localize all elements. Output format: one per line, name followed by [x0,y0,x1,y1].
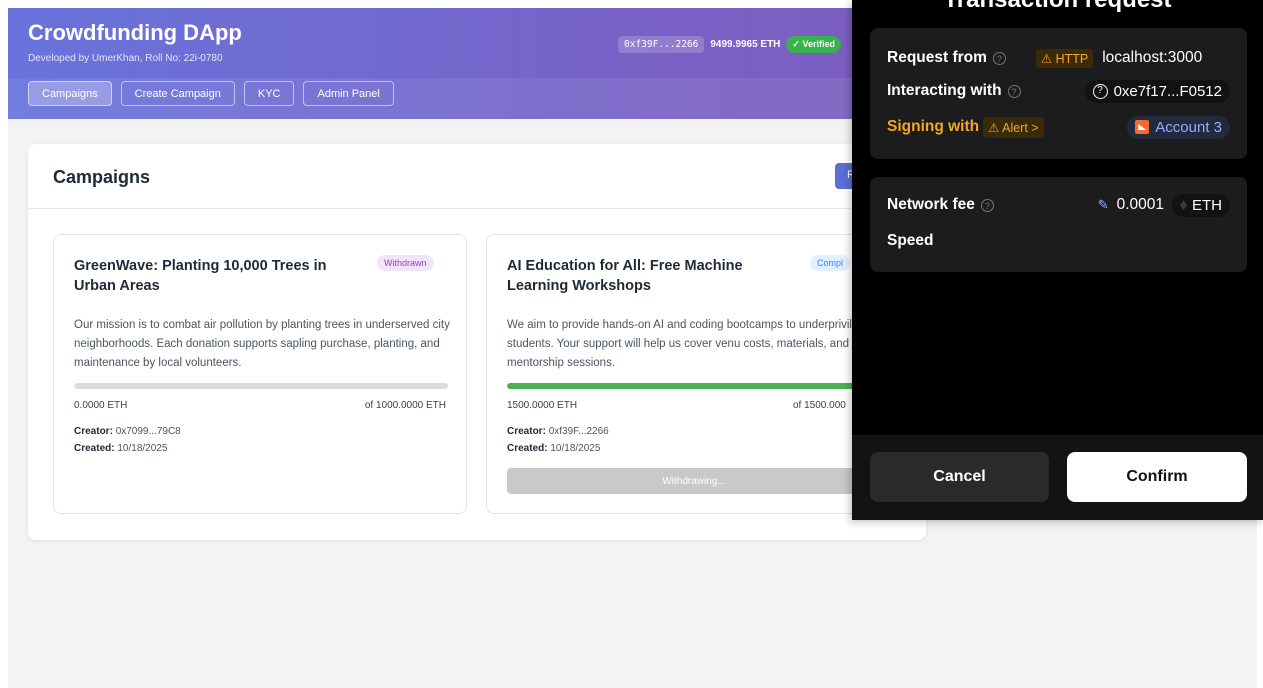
cancel-button[interactable]: Cancel [870,452,1049,502]
interacting-row: Interacting with ? ? 0xe7f17...F0512 [887,79,1230,103]
created-date: 10/18/2025 [117,443,168,454]
created-date: 10/18/2025 [550,443,601,454]
campaigns-panel: Campaigns R GreenWave: Planting 10,000 T… [28,144,926,540]
created-line: Created: 10/18/2025 [74,443,167,454]
alert-button[interactable]: ⚠ Alert > [983,116,1044,138]
creator-label: Creator: [507,426,546,437]
progress-bar [507,383,881,389]
fee-details: Network fee ? ✎ 0.0001 ETH Speed [870,177,1247,272]
created-line: Created: 10/18/2025 [507,443,600,454]
creator-address: 0x7099...79C8 [115,426,181,437]
ethereum-icon [1180,200,1187,210]
speed-label: Speed [887,232,934,249]
panel-header: Campaigns R [28,144,926,209]
nav-create-campaign[interactable]: Create Campaign [120,81,235,106]
created-label: Created: [74,443,115,454]
created-label: Created: [507,443,548,454]
popup-footer: Cancel Confirm [852,435,1263,520]
creator-label: Creator: [74,426,113,437]
amount-raised: 1500.0000 ETH [507,400,578,411]
app-subtitle: Developed by UmerKhan, Roll No: 22i-0780 [28,53,223,64]
wallet-address[interactable]: 0xf39F...2266 [618,35,705,53]
request-details: Request from ? ⚠ HTTP localhost:3000 Int… [870,28,1247,159]
fee-amount: 0.0001 [1116,196,1164,213]
request-from-label: Request from [887,49,987,66]
nav-admin-panel[interactable]: Admin Panel [303,81,394,106]
help-icon[interactable]: ? [1007,84,1021,98]
app-title: Crowdfunding DApp [28,20,242,45]
transaction-request-popup: Transaction request Request from ? ⚠ HTT… [852,0,1263,520]
amount-raised: 0.0000 ETH [74,400,128,411]
signing-row: Signing with ⚠ Alert > Account 3 [887,115,1230,139]
http-warning-tag: ⚠ HTTP [1035,48,1094,68]
status-badge: Withdrawn [377,255,434,271]
popup-heading: Transaction request [852,0,1263,14]
interacting-label: Interacting with [887,82,1002,99]
campaign-title: AI Education for All: Free Machine Learn… [507,258,743,294]
fee-unit-chip: ETH [1172,193,1230,217]
speed-row: Speed [887,229,1230,253]
confirm-button[interactable]: Confirm [1067,452,1247,502]
status-badge: Compl [810,255,851,271]
amount-goal: of 1000.0000 ETH [364,400,446,411]
edit-pencil-icon[interactable]: ✎ [1098,197,1109,213]
contract-address: 0xe7f17...F0512 [1113,82,1222,100]
creator-address: 0xf39F...2266 [548,426,609,437]
progress-bar [74,383,448,389]
network-fee-row: Network fee ? ✎ 0.0001 ETH [887,193,1230,217]
amount-goal: of 1500.000 [793,400,846,411]
help-icon[interactable]: ? [980,198,994,212]
campaign-description: Our mission is to combat air pollution b… [74,319,450,369]
panel-title: Campaigns [53,167,151,187]
campaign-card: AI Education for All: Free Machine Learn… [486,234,900,514]
contract-address-chip[interactable]: ? 0xe7f17...F0512 [1084,79,1230,103]
campaign-title: GreenWave: Planting 10,000 Trees in Urba… [74,258,327,294]
wallet-status: 0xf39F...2266 9499.9965 ETH ✓ Verified [618,35,841,53]
help-icon[interactable]: ? [992,51,1006,65]
wallet-balance: 9499.9965 ETH [710,38,781,50]
campaign-card: GreenWave: Planting 10,000 Trees in Urba… [53,234,467,514]
fee-value: ✎ 0.0001 ETH [1098,193,1230,217]
progress-fill [507,383,881,389]
unknown-contract-icon: ? [1092,83,1108,99]
creator-line: Creator: 0x7099...79C8 [74,426,181,437]
request-origin: localhost:3000 [1102,49,1203,66]
network-fee-label: Network fee [887,196,975,213]
withdrawing-button[interactable]: Withdrawing... [507,468,881,494]
creator-line: Creator: 0xf39F...2266 [507,426,609,437]
request-from-row: Request from ? ⚠ HTTP localhost:3000 [887,46,1230,70]
account-chip[interactable]: Account 3 [1127,115,1230,139]
campaign-description: We aim to provide hands-on AI and coding… [507,319,878,369]
verified-badge: ✓ Verified [786,35,841,53]
fee-unit: ETH [1192,196,1222,214]
main-nav: Campaigns Create Campaign KYC Admin Pane… [28,81,394,106]
nav-kyc[interactable]: KYC [243,81,295,106]
nav-campaigns[interactable]: Campaigns [28,81,112,106]
account-avatar-icon [1135,120,1150,134]
account-name: Account 3 [1155,118,1222,136]
signing-label: Signing with [887,118,980,135]
